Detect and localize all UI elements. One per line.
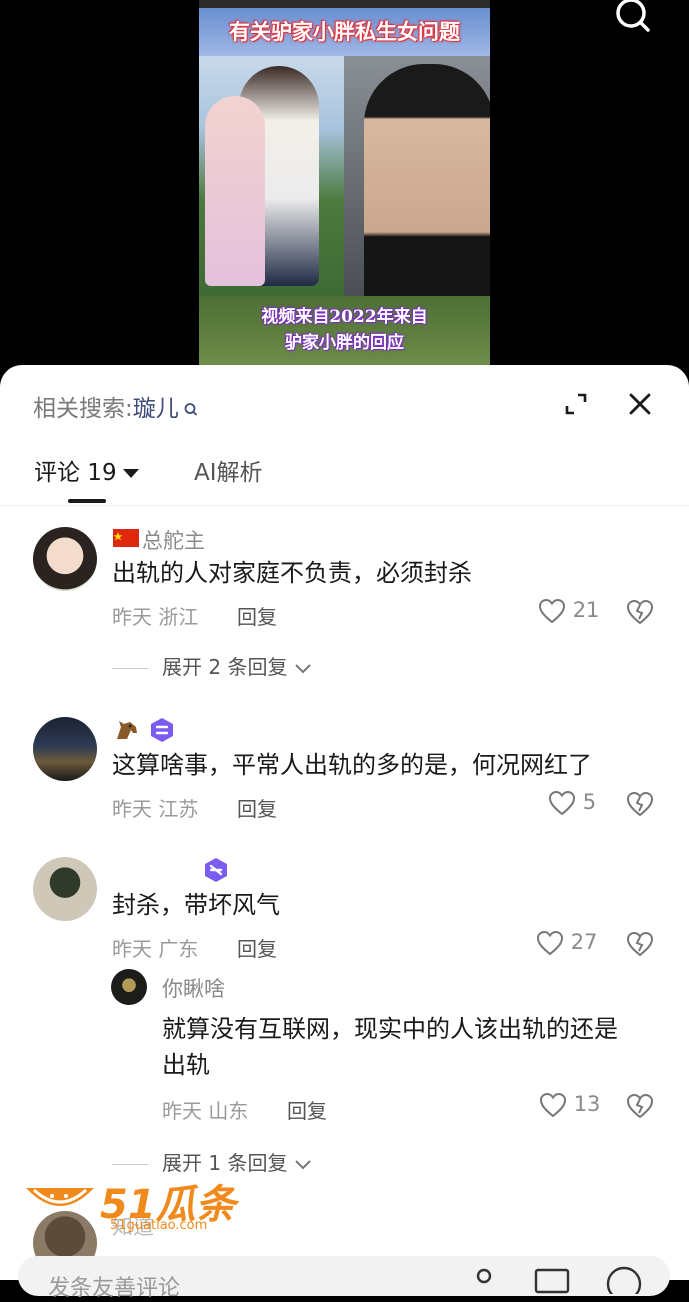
image-icon[interactable]	[534, 1266, 570, 1294]
comment-meta: 昨天 广东	[112, 937, 199, 961]
watermark-logo: 51瓜条 51guatiao.com	[22, 1172, 242, 1242]
comment-input-placeholder: 发条友善评论	[48, 1276, 181, 1301]
like-count: 13	[573, 1092, 601, 1116]
level-badge-icon	[205, 858, 227, 882]
like-count: 27	[570, 930, 598, 954]
like-count: 21	[572, 598, 600, 622]
emoji-icon[interactable]	[604, 1264, 644, 1294]
avatar[interactable]	[33, 857, 97, 921]
broken-heart-icon	[626, 791, 654, 817]
close-icon[interactable]	[625, 389, 655, 419]
reply-button[interactable]: 回复	[237, 933, 277, 962]
flag-icon	[113, 529, 139, 547]
comment-username[interactable]: 总舵主	[142, 525, 205, 555]
comment-sheet: 相关搜索:璇儿 评论 19 AI解析 总舵主 出轨的人对家庭不负责，必须封杀 昨…	[0, 365, 689, 1280]
heart-icon	[539, 1092, 567, 1118]
photo-left	[199, 56, 344, 296]
at-icon[interactable]	[470, 1266, 498, 1294]
photo-right	[344, 56, 490, 304]
chevron-down-icon	[295, 663, 311, 673]
watermark-url: 51guatiao.com	[110, 1218, 208, 1233]
reply-text-line1: 就算没有互联网，现实中的人该出轨的还是	[162, 1015, 618, 1043]
heart-icon	[538, 598, 566, 624]
tab-comments[interactable]: 评论 19	[34, 453, 139, 487]
like-button[interactable]: 13	[539, 1092, 600, 1118]
heart-icon	[536, 930, 564, 956]
video-banner-top: 有关驴家小胖私生女问题	[199, 8, 490, 56]
expand-icon[interactable]	[561, 389, 591, 419]
level-badge-icon	[151, 718, 173, 742]
broken-heart-icon	[626, 931, 654, 957]
broken-heart-icon	[626, 599, 654, 625]
reply-button[interactable]: 回复	[237, 793, 277, 822]
comment-text: 出轨的人对家庭不负责，必须封杀	[112, 559, 472, 587]
reply-button[interactable]: 回复	[287, 1095, 327, 1124]
tab-ai-analysis[interactable]: AI解析	[194, 453, 263, 487]
expand-replies[interactable]: 展开 2 条回复	[112, 651, 312, 680]
related-search-label: 相关搜索:	[33, 396, 133, 422]
comment-text: 这算啥事，平常人出轨的多的是，何况网红了	[112, 751, 592, 779]
reply-meta: 昨天 山东	[162, 1099, 249, 1123]
broken-heart-icon	[626, 1093, 654, 1119]
dislike-button[interactable]	[626, 599, 654, 625]
chevron-down-icon	[122, 469, 139, 478]
avatar[interactable]	[111, 969, 147, 1005]
reply-text-line2: 出轨	[162, 1051, 210, 1079]
heart-icon	[548, 790, 576, 816]
dislike-button[interactable]	[626, 931, 654, 957]
avatar[interactable]	[33, 527, 97, 591]
chevron-down-icon	[295, 1159, 311, 1169]
comment-meta: 昨天 江苏	[112, 797, 199, 821]
search-icon	[184, 402, 197, 415]
like-button[interactable]: 21	[538, 598, 599, 624]
comment-meta: 昨天 浙江	[112, 605, 199, 629]
tab-underline	[68, 499, 106, 503]
like-button[interactable]: 5	[548, 790, 596, 816]
video-thumbnail[interactable]: 有关驴家小胖私生女问题 视频来自2022年来自 驴家小胖的回应	[199, 0, 490, 365]
related-search[interactable]: 相关搜索:璇儿	[33, 389, 199, 423]
avatar[interactable]	[33, 717, 97, 781]
video-banner-bottom: 视频来自2022年来自 驴家小胖的回应	[199, 296, 490, 365]
divider	[0, 505, 689, 506]
dislike-button[interactable]	[626, 791, 654, 817]
search-icon[interactable]	[612, 0, 654, 38]
like-button[interactable]: 27	[536, 930, 597, 956]
comment-input[interactable]: 发条友善评论	[18, 1256, 670, 1301]
dislike-button[interactable]	[626, 1093, 654, 1119]
horse-icon	[117, 721, 137, 739]
watermark-melon-icon	[26, 1188, 94, 1206]
reply-button[interactable]: 回复	[237, 601, 277, 630]
video-area[interactable]: 有关驴家小胖私生女问题 视频来自2022年来自 驴家小胖的回应	[0, 0, 689, 380]
reply-username[interactable]: 你瞅啥	[162, 973, 225, 1003]
like-count: 5	[582, 790, 597, 814]
comment-text: 封杀，带坏风气	[112, 891, 280, 919]
related-search-keyword[interactable]: 璇儿	[133, 396, 179, 422]
tab-bar: 评论 19 AI解析	[0, 447, 689, 505]
